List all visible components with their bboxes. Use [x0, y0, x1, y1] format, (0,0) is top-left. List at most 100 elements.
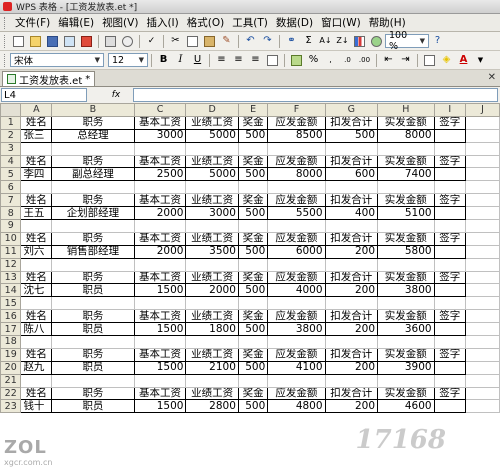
italic-button[interactable]: I [173, 53, 188, 68]
grid-cell[interactable] [433, 180, 467, 195]
grid-cell[interactable] [465, 128, 500, 143]
grid-cell[interactable] [433, 373, 467, 388]
grid-cell[interactable]: 实发金额 [377, 231, 435, 246]
grid-cell[interactable] [433, 257, 467, 272]
column-header[interactable]: J [465, 103, 500, 117]
grid-cell[interactable]: 3800 [267, 322, 326, 337]
grid-cell[interactable]: 4800 [267, 399, 326, 414]
menu-window[interactable]: 窗口(W) [317, 15, 365, 30]
grid-cell[interactable]: 应发金额 [267, 270, 326, 285]
grid-cell[interactable] [267, 335, 326, 349]
grid-cell[interactable] [51, 257, 135, 272]
grid-cell[interactable] [377, 335, 435, 349]
grid-cell[interactable]: 2000 [133, 244, 187, 259]
grid-cell[interactable]: 200 [324, 283, 379, 298]
grid-cell[interactable]: 奖金 [237, 309, 269, 324]
grid-cell[interactable] [465, 322, 500, 337]
grid-cell[interactable]: 企划部经理 [51, 206, 135, 221]
grid-cell[interactable] [267, 141, 326, 156]
grid-cell[interactable]: 3900 [377, 360, 435, 375]
grid-cell[interactable]: 500 [237, 128, 269, 143]
grid-cell[interactable]: 扣发合计 [324, 193, 379, 208]
grid-cell[interactable]: 扣发合计 [324, 115, 379, 130]
grid-cell[interactable] [237, 180, 269, 195]
column-header[interactable]: A [20, 103, 53, 117]
grid-cell[interactable] [465, 270, 500, 285]
grid-cell[interactable] [465, 167, 500, 182]
grid-cell[interactable]: 姓名 [20, 193, 53, 208]
grid-cell[interactable] [51, 180, 135, 195]
grid-cell[interactable]: 签字 [433, 193, 467, 208]
grid-cell[interactable]: 3500 [185, 244, 239, 259]
chart-icon[interactable] [352, 34, 367, 49]
grid-cell[interactable]: 扣发合计 [324, 154, 379, 169]
grid-cell[interactable]: 500 [324, 128, 379, 143]
grid-cell[interactable]: 实发金额 [377, 309, 435, 324]
column-header[interactable]: B [51, 103, 135, 117]
grid-cell[interactable]: 1500 [133, 283, 187, 298]
percent-button[interactable]: % [306, 53, 321, 68]
menu-gripper[interactable] [4, 16, 7, 29]
grid-cell[interactable]: 基本工资 [133, 386, 187, 401]
grid-cell[interactable]: 职员 [51, 360, 135, 375]
row-header[interactable]: 8 [0, 206, 22, 221]
menu-help[interactable]: 帮助(H) [365, 15, 410, 30]
grid-cell[interactable] [133, 257, 187, 272]
row-header[interactable]: 12 [0, 257, 22, 272]
grid-cell[interactable] [465, 347, 500, 362]
currency-icon[interactable] [289, 53, 304, 68]
menu-tools[interactable]: 工具(T) [228, 15, 272, 30]
grid-cell[interactable]: 张三 [20, 128, 53, 143]
zoom-select[interactable]: 100 % ▼ [385, 30, 429, 52]
grid-cell[interactable] [465, 219, 500, 233]
grid-cell[interactable] [20, 257, 53, 272]
grid-cell[interactable]: 李四 [20, 167, 53, 182]
grid-cell[interactable]: 副总经理 [51, 167, 135, 182]
spell-check-icon[interactable]: ✓ [144, 34, 159, 49]
grid-cell[interactable] [237, 257, 269, 272]
row-header[interactable]: 1 [0, 115, 22, 130]
grid-cell[interactable] [133, 141, 187, 156]
grid-cell[interactable]: 500 [237, 244, 269, 259]
grid-cell[interactable]: 扣发合计 [324, 386, 379, 401]
grid-cell[interactable]: 基本工资 [133, 309, 187, 324]
grid-cell[interactable]: 5100 [377, 206, 435, 221]
row-header[interactable]: 13 [0, 270, 22, 285]
underline-button[interactable]: U [190, 53, 205, 68]
grid-cell[interactable]: 200 [324, 322, 379, 337]
menu-edit[interactable]: 编辑(E) [54, 15, 98, 30]
chevron-down-icon[interactable]: ▼ [473, 53, 488, 68]
grid-cell[interactable]: 实发金额 [377, 386, 435, 401]
grid-cell[interactable] [465, 360, 500, 375]
grid-cell[interactable]: 赵九 [20, 360, 53, 375]
row-header[interactable]: 17 [0, 322, 22, 337]
grid-cell[interactable]: 业绩工资 [185, 154, 239, 169]
row-header[interactable]: 9 [0, 219, 22, 233]
grid-cell[interactable] [433, 360, 467, 375]
grid-cell[interactable]: 扣发合计 [324, 270, 379, 285]
menu-format[interactable]: 格式(O) [183, 15, 228, 30]
grid-cell[interactable]: 基本工资 [133, 115, 187, 130]
grid-cell[interactable]: 8500 [267, 128, 326, 143]
grid-cell[interactable] [377, 257, 435, 272]
grid-cell[interactable] [324, 335, 379, 349]
grid-cell[interactable]: 应发金额 [267, 386, 326, 401]
grid-cell[interactable]: 5000 [185, 167, 239, 182]
grid-cell[interactable]: 扣发合计 [324, 309, 379, 324]
grid-cell[interactable] [465, 373, 500, 388]
grid-cell[interactable]: 实发金额 [377, 115, 435, 130]
grid-cell[interactable] [465, 154, 500, 169]
grid-cell[interactable] [20, 296, 53, 311]
spreadsheet-grid[interactable]: A B C D E F G H I J 1 姓名 职务 基本工资 业绩工资 奖金 应发金额扣… [0, 103, 500, 469]
row-header[interactable]: 6 [0, 180, 22, 195]
menu-view[interactable]: 视图(V) [98, 15, 142, 30]
grid-cell[interactable]: 实发金额 [377, 270, 435, 285]
grid-cell[interactable] [237, 296, 269, 311]
grid-cell[interactable] [324, 141, 379, 156]
grid-cell[interactable]: 4000 [267, 283, 326, 298]
grid-cell[interactable] [324, 219, 379, 233]
grid-cell[interactable]: 应发金额 [267, 231, 326, 246]
grid-cell[interactable]: 姓名 [20, 386, 53, 401]
print-icon[interactable] [103, 34, 118, 49]
font-size-select[interactable]: 12 ▼ [108, 53, 148, 67]
